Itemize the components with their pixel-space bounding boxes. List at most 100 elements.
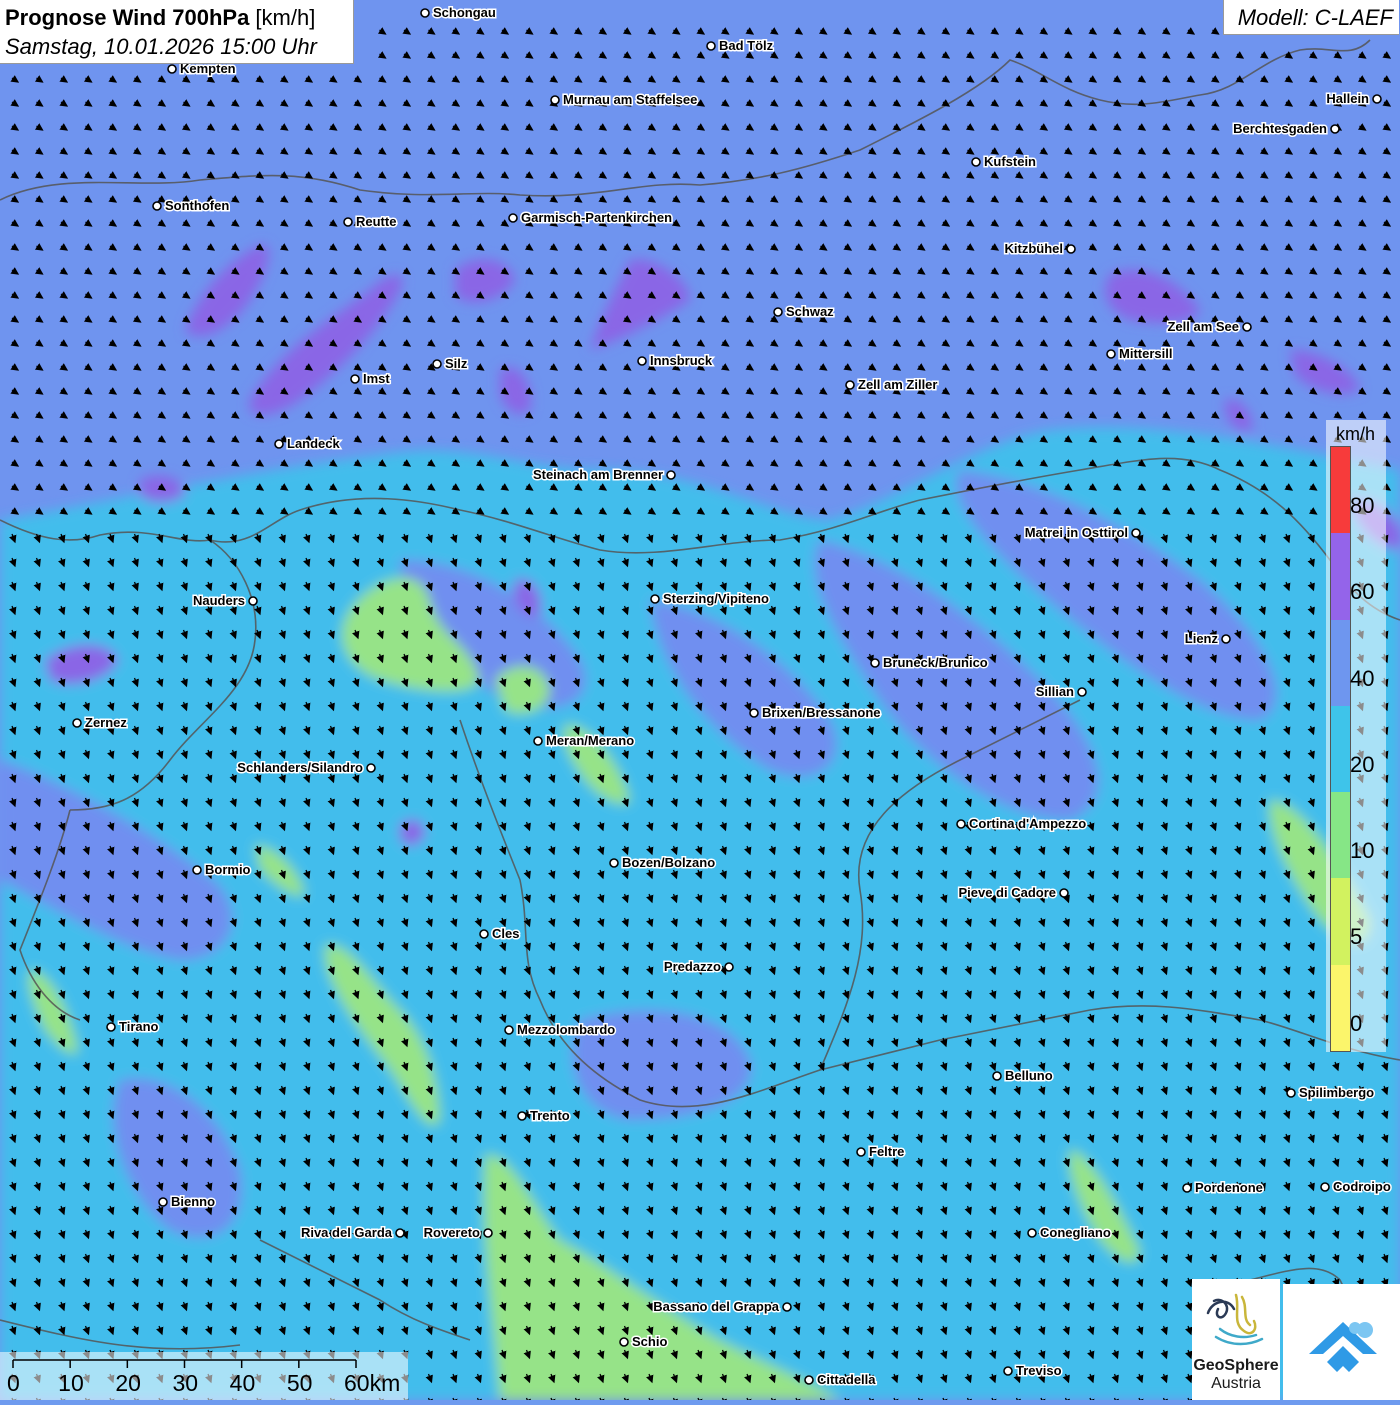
city-label: Meran/Merano (546, 733, 634, 748)
city-label: Bienno (171, 1194, 215, 1209)
city-dot (1106, 349, 1116, 359)
scale-label: 60km (344, 1370, 401, 1396)
city-label: Murnau am Staffelsee (563, 92, 697, 107)
city-dot (517, 1111, 527, 1121)
city-label: Imst (363, 371, 390, 386)
city-label: Hallein (1326, 91, 1369, 106)
city-label: Innsbruck (650, 353, 713, 368)
city-dot (167, 64, 177, 74)
legend-label: 0 (1350, 1010, 1363, 1036)
legend-label: 10 (1350, 838, 1375, 864)
city-label: Rovereto (424, 1225, 480, 1240)
legend-segment (1331, 792, 1350, 879)
city-marker: Pordenone (1182, 1179, 1264, 1197)
city-dot (724, 962, 734, 972)
city-marker: Sonthofen (152, 197, 231, 215)
city-dot (1077, 687, 1087, 697)
logo-name: GeoSphere (1193, 1357, 1279, 1374)
legend-segment (1331, 878, 1350, 965)
legend-segment (1331, 533, 1350, 620)
city-label: Zell am Ziller (858, 377, 937, 392)
legend-label: 40 (1350, 665, 1375, 691)
legend-color-bar (1330, 446, 1351, 1052)
city-dot (609, 858, 619, 868)
city-marker: Bozen/Bolzano (609, 854, 717, 872)
legend-segment (1331, 447, 1350, 534)
legend-segment (1331, 619, 1350, 706)
city-label: Landeck (287, 436, 341, 451)
city-dot (1131, 528, 1141, 538)
city-label: Cortina d'Ampezzo (969, 816, 1086, 831)
city-dot (1286, 1088, 1296, 1098)
city-marker: Matrei in Osttirol (1023, 524, 1141, 542)
city-dot (1242, 322, 1252, 332)
city-label: Schwaz (786, 304, 834, 319)
city-dot (773, 307, 783, 317)
city-label: Sterzing/Vipiteno (663, 591, 769, 606)
city-marker: Steinach am Brenner (531, 466, 676, 484)
city-label: Bozen/Bolzano (622, 855, 715, 870)
city-dot (432, 359, 442, 369)
city-dot (366, 763, 376, 773)
city-label: Codroipo (1333, 1179, 1391, 1194)
city-marker: Meran/Merano (533, 732, 636, 750)
city-dot (992, 1071, 1002, 1081)
wind-forecast-map: SchongauBad TölzKemptenMurnau am Staffel… (0, 0, 1400, 1400)
forecast-datetime: Samstag, 10.01.2026 15:00 Uhr (5, 34, 317, 59)
city-dot (870, 658, 880, 668)
city-label: Schongau (433, 5, 496, 20)
cloud-arrow-icon (1309, 1322, 1377, 1372)
city-dot (782, 1302, 792, 1312)
city-marker: Zell am See (1166, 318, 1252, 336)
city-label: Matrei in Osttirol (1025, 525, 1128, 540)
city-dot (508, 213, 518, 223)
city-dot (1221, 634, 1231, 644)
city-label: Steinach am Brenner (533, 467, 663, 482)
city-dot (274, 439, 284, 449)
city-dot (1320, 1182, 1330, 1192)
city-dot (1027, 1228, 1037, 1238)
city-label: Spilimbergo (1299, 1085, 1374, 1100)
city-label: Bassano del Grappa (653, 1299, 779, 1314)
city-label: Pieve di Cadore (958, 885, 1056, 900)
logo-subtitle: Austria (1211, 1375, 1261, 1392)
city-dot (706, 41, 716, 51)
city-label: Bruneck/Brunico (883, 655, 988, 670)
city-label: Schio (632, 1334, 667, 1349)
scale-label: 0 (7, 1370, 20, 1396)
city-label: Lienz (1185, 631, 1219, 646)
city-dot (650, 594, 660, 604)
city-dot (666, 470, 676, 480)
legend-segment (1331, 705, 1350, 793)
city-marker: Bassano del Grappa (652, 1298, 792, 1316)
city-label: Silz (445, 356, 468, 371)
city-label: Cles (492, 926, 519, 941)
city-label: Sonthofen (165, 198, 229, 213)
city-marker: Innsbruck (637, 352, 714, 370)
model-label: Modell: C-LAEF (1237, 5, 1393, 30)
scale-label: 30 (172, 1370, 199, 1396)
city-label: Bad Tölz (719, 38, 774, 53)
city-dot (106, 1022, 116, 1032)
city-marker: Spilimbergo (1286, 1084, 1376, 1102)
city-marker: Schongau (420, 4, 497, 22)
color-legend: km/h 80 60 40 20 10 5 0 (1326, 420, 1386, 1052)
legend-unit: km/h (1336, 424, 1376, 444)
legend-label: 5 (1350, 924, 1363, 950)
city-dot (192, 865, 202, 875)
city-dot (395, 1228, 405, 1238)
city-marker: Garmisch-Partenkirchen (508, 209, 674, 227)
city-label: Treviso (1016, 1363, 1062, 1378)
city-label: Pordenone (1195, 1180, 1263, 1195)
city-dot (152, 201, 162, 211)
legend-label: 20 (1350, 751, 1375, 777)
city-marker: Sterzing/Vipiteno (650, 590, 770, 608)
city-dot (845, 380, 855, 390)
city-label: Trento (530, 1108, 570, 1123)
city-dot (1066, 244, 1076, 254)
geosphere-logo-icon (1206, 1293, 1264, 1346)
legend-label: 80 (1350, 493, 1375, 518)
city-dot (550, 95, 560, 105)
city-dot (350, 374, 360, 384)
city-marker: Berchtesgaden (1232, 120, 1340, 138)
